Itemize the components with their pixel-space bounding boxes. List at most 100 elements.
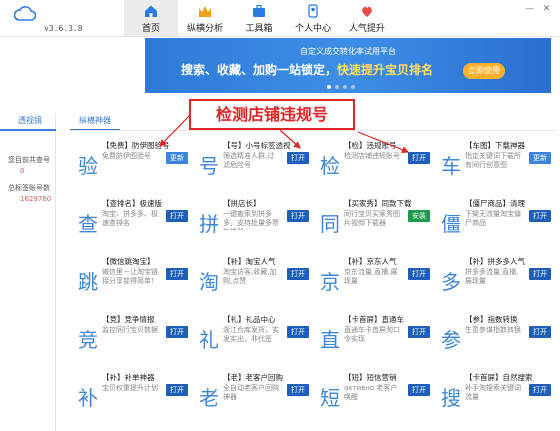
tool-title: 【号】小号标签透视 [223, 141, 291, 150]
nav-toolbox[interactable]: 工具箱 [232, 0, 286, 36]
nav-popularity[interactable]: 人气提升 [340, 0, 394, 36]
tool-char-icon: 僵 [441, 212, 461, 236]
tool-title: 【礼】礼品中心 [223, 315, 276, 324]
tool-card[interactable]: 查【查排名】极速版 淘宝、拼多多、极速查排名 打开 [72, 194, 193, 245]
tool-title: 【卡首屏】自然搜索 [465, 373, 533, 382]
tool-card[interactable]: 多【补】拼多多人气 拼多多流量,直播,展现量 打开 [435, 252, 556, 303]
tool-description: 淘宝、拼多多、极速查排名 [102, 210, 158, 227]
tool-description: 浙江仓库发货，实发实出，非代签 [223, 326, 279, 343]
tool-card[interactable]: 补【补】补单神器 宝贝权重提升计划 打开 [72, 368, 193, 419]
tool-action-button[interactable]: 安装 [408, 210, 430, 222]
main-nav: 首页 纵横分析 工具箱 个人中心 人气提升 [124, 0, 394, 36]
nav-home[interactable]: 首页 [124, 0, 178, 36]
tool-description: 免费防伊图验号 [102, 152, 151, 160]
banner-cta-button[interactable]: 立即使用 [463, 63, 505, 79]
tool-action-button[interactable]: 打开 [287, 152, 309, 164]
tool-card[interactable]: 参【参】指数转换 生意参谋指数转换 打开 [435, 310, 556, 361]
tool-action-button[interactable]: 打开 [529, 384, 551, 396]
tool-card[interactable]: 检【检】违规账号 检测店铺违规账号 打开 [314, 136, 435, 187]
tool-card[interactable]: 车【车图】下载神器 指定关键词下载所有同行创意图 更新 [435, 136, 556, 187]
tool-title: 【检】违规账号 [344, 141, 397, 150]
window-controls: — ✕ [524, 4, 552, 15]
tool-action-button[interactable]: 更新 [529, 152, 551, 164]
tab-perspective[interactable]: 透视镜 [0, 113, 56, 131]
tool-action-button[interactable]: 打开 [408, 326, 430, 338]
user-icon [308, 4, 318, 18]
banner-headline-part1: 搜索、收藏、加购一站锁定， [181, 63, 338, 77]
tool-action-button[interactable]: 打开 [408, 384, 430, 396]
tool-action-button[interactable]: 打开 [287, 384, 309, 396]
tool-card[interactable]: 淘【补】淘宝人气 淘宝访客,收藏,加购,点赞 打开 [193, 252, 314, 303]
banner-subtitle: 自定义成交转化率试用平台 [300, 47, 396, 56]
tool-card[interactable]: 老【老】老客户回购 全自动老客户回购神器 打开 [193, 368, 314, 419]
tool-description: 同行宝贝买家秀图片视频下载器 [344, 210, 400, 227]
popularity-icon [362, 6, 372, 17]
tool-title: 【竞】竞争情报 [102, 315, 155, 324]
tool-action-button[interactable]: 打开 [166, 326, 188, 338]
tool-card[interactable]: 僵【僵尸商品】清理 下架无流量淘宝僵尸商品 打开 [435, 194, 556, 245]
tool-title: 【参】指数转换 [465, 315, 518, 324]
tab-tools[interactable]: 纵横神器 [70, 113, 120, 131]
tool-card[interactable]: 搜【卡首屏】自然搜索 补手淘搜索关键词流量 打开 [435, 368, 556, 419]
tool-char-icon: 参 [441, 328, 461, 352]
minimize-icon[interactable]: — [524, 4, 535, 15]
tool-card[interactable]: 拼【拼店长】一键搬家到拼多多，支持批量多票车神器打开 [193, 194, 314, 245]
tool-card[interactable]: 同【买家秀】同款下载 同行宝贝买家秀图片视频下载器 安装 [314, 194, 435, 245]
tool-title: 【拼店长】 [223, 199, 261, 208]
nav-analysis-label: 纵横分析 [186, 24, 223, 34]
tool-card[interactable]: 号【号】小号标签透视筛选精准人群,过滤危险号 打开 [193, 136, 314, 187]
tool-description: 筛选精准人群,过滤危险号 [223, 152, 275, 169]
tool-card[interactable]: 礼【礼】礼品中心浙江仓库发货，实发实出，非代签 打开 [193, 310, 314, 361]
tool-char-icon: 车 [441, 154, 461, 178]
tool-description: 补手淘搜索关键词流量 [465, 384, 521, 401]
tool-char-icon: 淘 [199, 270, 219, 294]
tool-description: 检测店铺违规账号 [344, 152, 400, 160]
carousel-dot[interactable] [335, 85, 339, 89]
tool-description: активно 老客户唤醒 [344, 384, 398, 401]
tool-action-button[interactable]: 打开 [287, 268, 309, 280]
tool-title: 【微信跳淘宝】 [102, 257, 155, 266]
tool-char-icon: 老 [199, 386, 219, 410]
close-icon[interactable]: ✕ [541, 4, 552, 15]
tool-action-button[interactable]: 打开 [287, 210, 309, 222]
tool-action-button[interactable]: 打开 [287, 326, 309, 338]
carousel-dot[interactable] [351, 85, 355, 89]
tool-char-icon: 拼 [199, 212, 219, 236]
tool-action-button[interactable]: 打开 [166, 384, 188, 396]
carousel-dot[interactable] [327, 85, 331, 89]
tool-action-button[interactable]: 打开 [408, 268, 430, 280]
tool-action-button[interactable]: 打开 [529, 326, 551, 338]
tool-card[interactable]: 跳【微信跳淘宝】 微信里－让淘宝链接分享变得简单！ 打开 [72, 252, 193, 303]
nav-profile[interactable]: 个人中心 [286, 0, 340, 36]
tool-char-icon: 礼 [199, 328, 219, 352]
tool-char-icon: 号 [199, 154, 219, 178]
tool-card[interactable]: 短【短】短信营销 активно 老客户唤醒 打开 [314, 368, 435, 419]
nav-analysis[interactable]: 纵横分析 [178, 0, 232, 36]
tool-card[interactable]: 京【补】京东人气 京东流量,直播,展现量 打开 [314, 252, 435, 303]
tool-description: 拼多多流量,直播,展现量 [465, 268, 519, 285]
tool-action-button[interactable]: 打开 [166, 210, 188, 222]
tool-char-icon: 京 [320, 270, 340, 294]
tool-action-button[interactable]: 更新 [166, 152, 188, 164]
tool-description: 监控同行宝贝数据 [102, 326, 158, 334]
tool-description: 淘宝访客,收藏,加购,点赞 [223, 268, 277, 285]
tool-card[interactable]: 验【免费】防伊图验号 免费防伊图验号 更新 [72, 136, 193, 187]
stat-total-label: 总标签账号数 [8, 184, 50, 192]
tool-action-button[interactable]: 打开 [408, 152, 430, 164]
tool-title: 【老】老客户回购 [223, 373, 283, 382]
tool-title: 【僵尸商品】清理 [465, 199, 525, 208]
tool-action-button[interactable]: 打开 [529, 210, 551, 222]
tool-card[interactable]: 直【卡首屏】直通车 直通车卡首屏淘口令实现 打开 [314, 310, 435, 361]
tool-title: 【补】京东人气 [344, 257, 397, 266]
tool-action-button[interactable]: 打开 [529, 268, 551, 280]
carousel-dot[interactable] [343, 85, 347, 89]
tool-description: 指定关键词下载所有同行创意图 [465, 152, 521, 169]
stat-total-value: 1629760 [20, 195, 52, 203]
tool-card[interactable]: 竞【竞】竞争情报 监控同行宝贝数据 打开 [72, 310, 193, 361]
top-bar: v3.6.3.8 首页 纵横分析 工具箱 个人中心 人气提升 — ✕ [0, 0, 560, 37]
stat-query-value: 0 [20, 167, 25, 175]
toolbox-icon [253, 4, 265, 17]
tool-title: 【卡首屏】直通车 [344, 315, 404, 324]
tool-action-button[interactable]: 打开 [166, 268, 188, 280]
promo-banner[interactable]: 自定义成交转化率试用平台 搜索、收藏、加购一站锁定，快速提升宝贝排名 立即使用 [145, 38, 551, 93]
